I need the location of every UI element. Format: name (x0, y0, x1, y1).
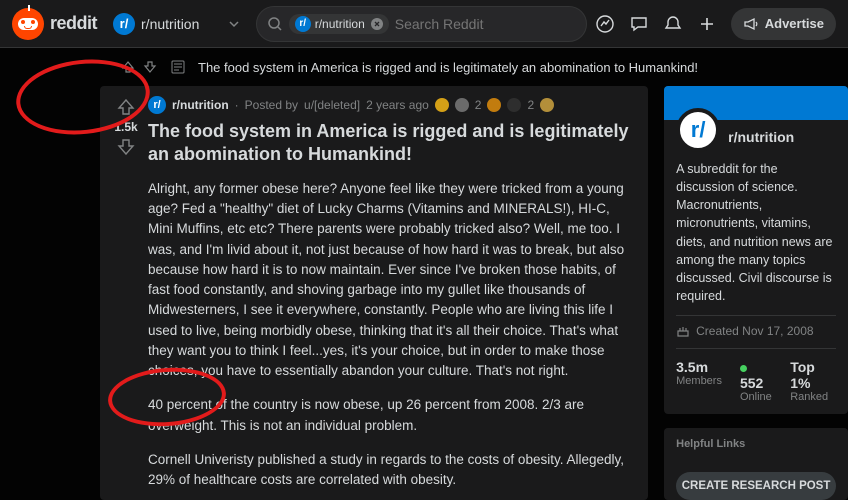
header-actions: Advertise (595, 8, 836, 40)
sticky-title: The food system in America is rigged and… (198, 60, 698, 75)
downvote-icon[interactable] (142, 59, 158, 75)
award-count: 2 (527, 98, 534, 112)
subreddit-dropdown[interactable]: r/ r/nutrition (105, 6, 248, 42)
cake-icon (676, 324, 690, 338)
top-header: reddit r/ r/nutrition r/ r/nutrition (0, 0, 848, 48)
chevron-down-icon (228, 18, 240, 30)
chip-label: r/nutrition (315, 17, 365, 31)
post-author[interactable]: u/[deleted] (304, 98, 360, 112)
award-icon[interactable] (507, 98, 521, 112)
helpful-links-card: Helpful Links CREATE RESEARCH POST (664, 428, 848, 500)
sidebar-sub-name[interactable]: r/nutrition (728, 129, 794, 145)
sidebar-created: Created Nov 17, 2008 (676, 315, 836, 338)
about-community-card: r/ r/nutrition A subreddit for the discu… (664, 86, 848, 414)
sidebar-stats: 3.5m Members 552 Online Top 1% Ranked (676, 348, 836, 403)
post-card: 1.5k r/ r/nutrition · Posted by u/[delet… (100, 86, 648, 500)
rank-value: Top 1% (790, 359, 836, 391)
chat-icon[interactable] (629, 14, 649, 34)
post-score: 1.5k (114, 120, 137, 134)
chip-close-icon[interactable] (371, 18, 383, 30)
sidebar-description: A subreddit for the discussion of scienc… (676, 160, 836, 305)
popular-icon[interactable] (595, 14, 615, 34)
content-area: 1.5k r/ r/nutrition · Posted by u/[delet… (0, 86, 848, 500)
post-subreddit-link[interactable]: r/nutrition (172, 98, 229, 112)
award-icon[interactable] (487, 98, 501, 112)
post-title: The food system in America is rigged and… (148, 120, 636, 167)
vote-column: 1.5k (108, 96, 144, 494)
members-label: Members (676, 375, 722, 387)
award-count: 2 (475, 98, 482, 112)
upvote-icon[interactable] (120, 59, 136, 75)
post-meta: r/ r/nutrition · Posted by u/[deleted] 2… (148, 96, 636, 114)
online-label: Online (740, 391, 772, 403)
create-research-post-button[interactable]: CREATE RESEARCH POST (676, 472, 836, 500)
megaphone-icon (743, 16, 759, 32)
online-value: 552 (740, 359, 772, 391)
sticky-post-bar: The food system in America is rigged and… (0, 48, 848, 86)
search-icon (267, 16, 283, 32)
chip-avatar-icon: r/ (295, 16, 311, 32)
subreddit-avatar-icon: r/ (113, 13, 135, 35)
posted-by-prefix: Posted by (245, 98, 298, 112)
reddit-logo[interactable]: reddit (12, 8, 97, 40)
rank-label: Ranked (790, 391, 836, 403)
subreddit-avatar-icon: r/ (148, 96, 166, 114)
post-paragraph: 40 percent of the country is now obese, … (148, 395, 636, 436)
sidebar: r/ r/nutrition A subreddit for the discu… (664, 86, 848, 500)
text-post-icon (170, 59, 186, 75)
post-paragraph: Alright, any former obese here? Anyone f… (148, 179, 636, 382)
notifications-icon[interactable] (663, 14, 683, 34)
subreddit-name: r/nutrition (141, 16, 199, 32)
search-chip[interactable]: r/ r/nutrition (289, 14, 389, 34)
reddit-snoo-icon (12, 8, 44, 40)
award-icon[interactable] (455, 98, 469, 112)
search-input[interactable] (395, 16, 576, 32)
subreddit-avatar-icon: r/ (676, 108, 720, 152)
sticky-vote-group (120, 59, 158, 75)
members-value: 3.5m (676, 359, 722, 375)
reddit-wordmark: reddit (50, 13, 97, 34)
award-icon[interactable] (435, 98, 449, 112)
advertise-button[interactable]: Advertise (731, 8, 836, 40)
advertise-label: Advertise (765, 16, 824, 31)
downvote-icon[interactable] (115, 136, 137, 158)
search-bar[interactable]: r/ r/nutrition (256, 6, 587, 42)
post-paragraph: Cornell Univeristy published a study in … (148, 450, 636, 491)
create-post-icon[interactable] (697, 14, 717, 34)
post-body-text: Alright, any former obese here? Anyone f… (148, 179, 636, 500)
upvote-icon[interactable] (115, 96, 137, 118)
post-time: 2 years ago (366, 98, 429, 112)
helpful-links-header: Helpful Links (664, 428, 848, 456)
award-icon[interactable] (540, 98, 554, 112)
